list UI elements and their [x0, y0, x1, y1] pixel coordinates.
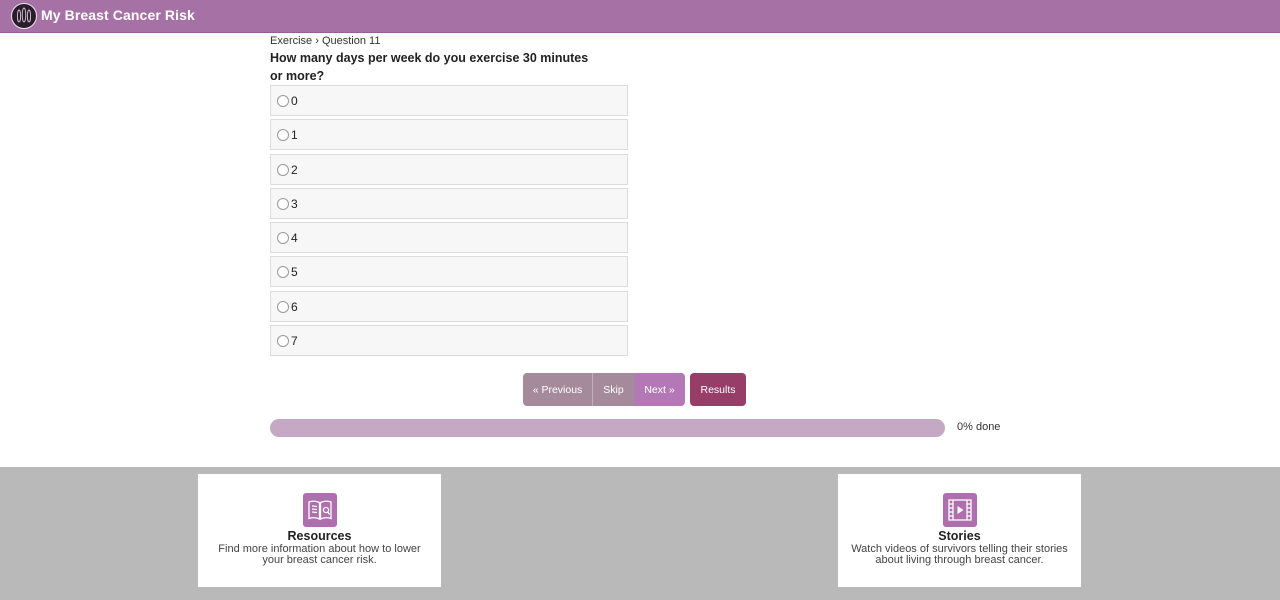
app-header: My Breast Cancer Risk — [0, 0, 1280, 33]
skip-button[interactable]: Skip — [592, 373, 634, 406]
option-label: 5 — [291, 265, 298, 280]
question-nav-group: « Previous Skip Next » — [523, 373, 685, 406]
results-button[interactable]: Results — [690, 373, 746, 406]
radio-button[interactable] — [277, 266, 289, 279]
option-label: 4 — [291, 231, 298, 246]
stories-card[interactable]: Stories Watch videos of survivors tellin… — [838, 474, 1081, 587]
video-film-icon — [943, 493, 977, 527]
option-label: 6 — [291, 299, 298, 314]
answer-option-4[interactable]: 4 — [270, 222, 628, 254]
answer-option-7[interactable]: 7 — [270, 325, 628, 357]
option-label: 7 — [291, 334, 298, 349]
breadcrumb: Exercise › Question 11 — [270, 35, 381, 47]
previous-button[interactable]: « Previous — [523, 373, 592, 406]
footer — [0, 467, 1280, 600]
book-search-icon — [303, 493, 337, 527]
radio-button[interactable] — [277, 232, 289, 245]
progress-text: 0% done — [957, 421, 1001, 433]
card-description: Watch videos of survivors telling their … — [851, 543, 1068, 566]
radio-button[interactable] — [277, 95, 289, 107]
option-label: 2 — [291, 162, 298, 177]
option-label: 0 — [291, 94, 298, 108]
option-label: 1 — [291, 128, 298, 143]
answer-option-0[interactable]: 0 — [270, 85, 628, 116]
radio-button[interactable] — [277, 197, 289, 210]
logo-icon[interactable] — [11, 3, 37, 29]
question-text: How many days per week do you exercise 3… — [270, 51, 589, 83]
progress-bar — [270, 419, 945, 437]
app-title[interactable]: My Breast Cancer Risk — [41, 7, 195, 23]
option-label: 3 — [291, 196, 298, 211]
radio-button[interactable] — [277, 300, 289, 313]
answer-options: 0 1 2 3 4 5 6 7 — [270, 85, 628, 359]
next-button[interactable]: Next » — [634, 373, 685, 406]
radio-button[interactable] — [277, 163, 289, 176]
answer-option-1[interactable]: 1 — [270, 119, 628, 151]
radio-button[interactable] — [277, 129, 289, 142]
resources-card[interactable]: Resources Find more information about ho… — [198, 474, 441, 587]
answer-option-2[interactable]: 2 — [270, 153, 628, 185]
answer-option-3[interactable]: 3 — [270, 187, 628, 219]
answer-option-6[interactable]: 6 — [270, 290, 628, 322]
answer-option-5[interactable]: 5 — [270, 256, 628, 288]
radio-button[interactable] — [277, 335, 289, 348]
card-title: Stories — [938, 529, 981, 543]
card-description: Find more information about how to lower… — [218, 543, 421, 566]
card-title: Resources — [287, 529, 352, 543]
